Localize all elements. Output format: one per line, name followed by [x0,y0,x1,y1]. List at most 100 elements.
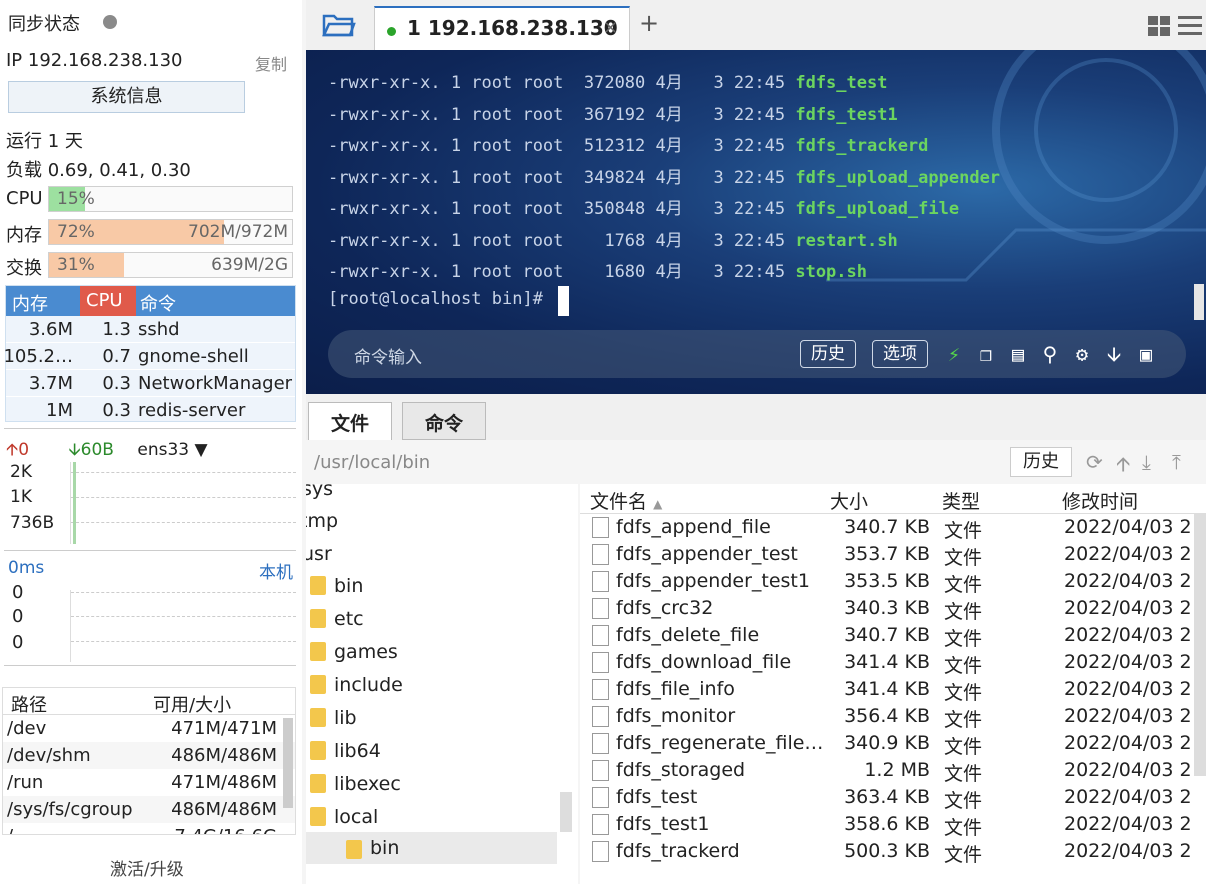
paste-icon[interactable]: ▤ [1006,342,1030,366]
disk-row[interactable]: /dev/shm 486M/486M [3,742,295,769]
tree-node[interactable]: bin [334,575,363,597]
disk-row[interactable]: / 7.4G/16.6G [3,823,295,834]
options-button[interactable]: 选项 [872,340,928,368]
disk-row[interactable]: /dev 471M/471M [3,715,295,742]
refresh-icon[interactable]: ⟳ [1086,450,1103,474]
process-row[interactable]: 105.2… 0.7 gnome-shell [3,343,295,370]
proc-col-cpu[interactable]: CPU [80,286,136,316]
tree-node[interactable]: lib [334,707,357,729]
file-row[interactable]: fdfs_appender_test 353.7 KB 文件 2022/04/03 2 [580,542,1206,569]
tree-node[interactable]: tmp [306,510,338,532]
terminal-line: -rwxr-xr-x. 1 root root 372080 4月 3 22:4… [328,68,887,93]
file-type: 文件 [944,547,983,569]
copy-icon[interactable]: ❐ [974,342,998,366]
close-icon[interactable]: × [603,17,618,38]
tree-node[interactable]: etc [334,608,364,630]
file-name: fdfs_storaged [616,759,746,781]
file-row[interactable]: fdfs_monitor 356.4 KB 文件 2022/04/03 2 [580,704,1206,731]
tree-scrollbar[interactable] [560,792,572,832]
file-row[interactable]: fdfs_download_file 341.4 KB 文件 2022/04/03 2 [580,650,1206,677]
file-mtime: 2022/04/03 2 [1064,570,1192,592]
file-mtime: 2022/04/03 2 [1064,543,1192,565]
file-row[interactable]: fdfs_trackerd 500.3 KB 文件 2022/04/03 2 [580,839,1206,866]
terminal-filename: fdfs_trackerd [795,136,929,156]
swap-detail: 639M/2G [211,255,288,275]
history-button[interactable]: 历史 [800,340,856,368]
tab-session[interactable]: 1 192.168.238.130 × [374,6,630,50]
file-mtime: 2022/04/03 2 [1064,678,1192,700]
terminal-scrollbar[interactable] [1194,284,1204,320]
main-area: 1 192.168.238.130 × + -rwxr-xr-x. 1 root… [306,0,1206,884]
fullscreen-icon[interactable]: ▣ [1134,342,1158,366]
file-list-header: 文件名 ▲ 大小 类型 修改时间 [580,484,1206,514]
gear-icon[interactable]: ⚙ [1070,342,1094,366]
add-tab-icon[interactable]: + [639,9,659,37]
path-history-button[interactable]: 历史 [1010,447,1072,477]
copy-ip-link[interactable]: 复制 [255,51,287,75]
grid-layout-icon[interactable] [1148,16,1170,36]
search-icon[interactable]: ⚲ [1038,342,1062,366]
upload-arrow-icon: 🡩 [6,440,19,460]
file-size: 353.5 KB [844,570,930,592]
terminal[interactable]: -rwxr-xr-x. 1 root root 372080 4月 3 22:4… [306,50,1206,394]
latency-host[interactable]: 本机 [259,558,293,583]
process-row[interactable]: 3.7M 0.3 NetworkManager [6,370,295,397]
col-filename[interactable]: 文件名 ▲ [590,487,662,517]
tree-node[interactable]: local [334,806,378,828]
disk-row[interactable]: /run 471M/486M [3,769,295,796]
command-input[interactable]: 命令输入 [354,343,422,368]
command-input-bar[interactable]: 命令输入 历史 选项 ⚡ ❐ ▤ ⚲ ⚙ 🡫 ▣ [328,330,1186,378]
process-table: 内存 CPU 命令 3.6M 1.3 sshd 105.2… 0.7 gnome… [3,285,296,424]
process-row[interactable]: 3.6M 1.3 sshd [6,316,295,343]
file-row[interactable]: fdfs_test1 358.6 KB 文件 2022/04/03 2 [580,812,1206,839]
file-type: 文件 [944,520,983,542]
file-row[interactable]: fdfs_test 363.4 KB 文件 2022/04/03 2 [580,785,1206,812]
tree-node[interactable]: bin [370,837,399,859]
download-icon[interactable]: 🡫 [1102,342,1126,366]
file-row[interactable]: fdfs_crc32 340.3 KB 文件 2022/04/03 2 [580,596,1206,623]
col-mtime[interactable]: 修改时间 [1062,487,1138,517]
file-type: 文件 [944,709,983,731]
system-info-button[interactable]: 系统信息 [8,81,245,113]
col-type[interactable]: 类型 [942,487,980,517]
tree-node[interactable]: libexec [334,773,401,795]
process-row[interactable]: 1M 0.3 redis-server [6,397,295,424]
tree-node[interactable]: games [334,641,398,663]
file-row[interactable]: fdfs_storaged 1.2 MB 文件 2022/04/03 2 [580,758,1206,785]
menu-icon[interactable] [1178,15,1202,37]
file-size: 353.7 KB [844,543,930,565]
file-row[interactable]: fdfs_delete_file 340.7 KB 文件 2022/04/03 2 [580,623,1206,650]
current-path-input[interactable]: /usr/local/bin [314,452,430,473]
swap-meter: 31% 639M/2G [48,252,293,278]
lightning-icon[interactable]: ⚡ [942,342,966,366]
col-size[interactable]: 大小 [830,487,868,517]
file-row[interactable]: fdfs_appender_test1 353.5 KB 文件 2022/04/03 … [580,569,1206,596]
tree-node[interactable]: usr [306,543,332,565]
net-interface-select[interactable]: ens33 ▼ [137,440,207,460]
tree-node[interactable]: sys [306,484,333,500]
file-row[interactable]: fdfs_append_file 340.7 KB 文件 2022/04/03 2 [580,515,1206,542]
upload-file-icon[interactable]: ⤒ [1172,450,1181,474]
download-file-icon[interactable]: ⤓ [1142,450,1151,474]
proc-col-cmd[interactable]: 命令 [140,290,176,316]
tab-commands[interactable]: 命令 [402,402,487,440]
tree-node[interactable]: lib64 [334,740,381,762]
file-size: 1.2 MB [864,759,930,781]
disk-scrollbar[interactable] [283,718,293,808]
file-row[interactable]: fdfs_regenerate_file… 340.9 KB 文件 2022/04/0… [580,731,1206,758]
disk-col-size[interactable]: 可用/大小 [153,691,231,717]
tab-files[interactable]: 文件 [308,402,393,442]
up-directory-icon[interactable]: 🡩 [1116,450,1130,484]
activate-upgrade-link[interactable]: 激活/升级 [110,855,184,880]
tree-node[interactable]: include [334,674,403,696]
caret-down-icon: ▼ [194,440,208,460]
disk-row[interactable]: /sys/fs/cgroup 486M/486M [3,796,295,823]
proc-col-mem[interactable]: 内存 [12,290,48,316]
file-list-scrollbar[interactable] [1194,514,1206,776]
tree-node-selected[interactable]: bin [306,832,557,864]
folder-open-icon[interactable] [322,12,356,38]
file-row[interactable]: fdfs_file_info 341.4 KB 文件 2022/04/03 2 [580,677,1206,704]
disk-col-path[interactable]: 路径 [11,691,47,717]
file-icon [592,517,609,538]
directory-tree: sys tmp usr bin etc games include lib li… [306,484,578,884]
